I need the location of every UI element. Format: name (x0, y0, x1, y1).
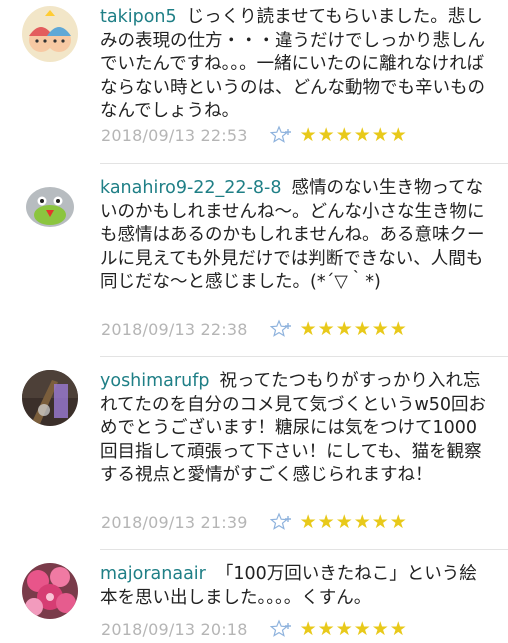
comment-date: 2018/09/13 22:38 (101, 319, 248, 339)
comment-meta: 2018/09/13 22:38 ★★★★★★ (101, 317, 408, 341)
avatar[interactable] (22, 6, 78, 62)
divider (100, 549, 508, 550)
star-plus-icon[interactable] (269, 512, 294, 532)
comment-body: kanahiro9-22_22-8-8 感情のない生き物ってないのかもしれませんね… (100, 177, 492, 295)
comment-date: 2018/09/13 22:53 (101, 125, 248, 145)
rating-stars: ★★★★★★ (299, 511, 408, 533)
rating-stars: ★★★★★★ (299, 618, 408, 640)
comment-date: 2018/09/13 21:39 (101, 512, 248, 532)
comment-meta: 2018/09/13 20:18 ★★★★★★ (101, 617, 408, 641)
rating-stars: ★★★★★★ (299, 318, 408, 340)
comment-body: takipon5 じっくり読ませてもらいました。悲しみの表現の仕方・・・違うだけで… (100, 6, 492, 124)
star-plus-icon[interactable] (269, 619, 294, 639)
rating-stars: ★★★★★★ (299, 124, 408, 146)
comment-meta: 2018/09/13 22:53 ★★★★★★ (101, 123, 408, 147)
comment-meta: 2018/09/13 21:39 ★★★★★★ (101, 510, 408, 534)
username-link[interactable]: takipon5 (100, 7, 177, 27)
star-plus-icon[interactable] (269, 319, 294, 339)
username-link[interactable]: majoranaair (100, 564, 206, 584)
avatar[interactable] (22, 177, 78, 233)
avatar[interactable] (22, 563, 78, 619)
comment-body: yoshimarufp 祝ってたつもりがすっかり入れ忘れてたのを自分のコメ見て気づ… (100, 370, 492, 488)
divider (100, 163, 508, 164)
star-plus-icon[interactable] (269, 125, 294, 145)
username-link[interactable]: yoshimarufp (100, 371, 209, 391)
comment-body: majoranaair 「100万回いきたねこ」という絵本を思い出しました。。。。… (100, 563, 492, 610)
comment-date: 2018/09/13 20:18 (101, 619, 248, 639)
avatar[interactable] (22, 370, 78, 426)
divider (100, 356, 508, 357)
username-link[interactable]: kanahiro9-22_22-8-8 (100, 178, 281, 198)
